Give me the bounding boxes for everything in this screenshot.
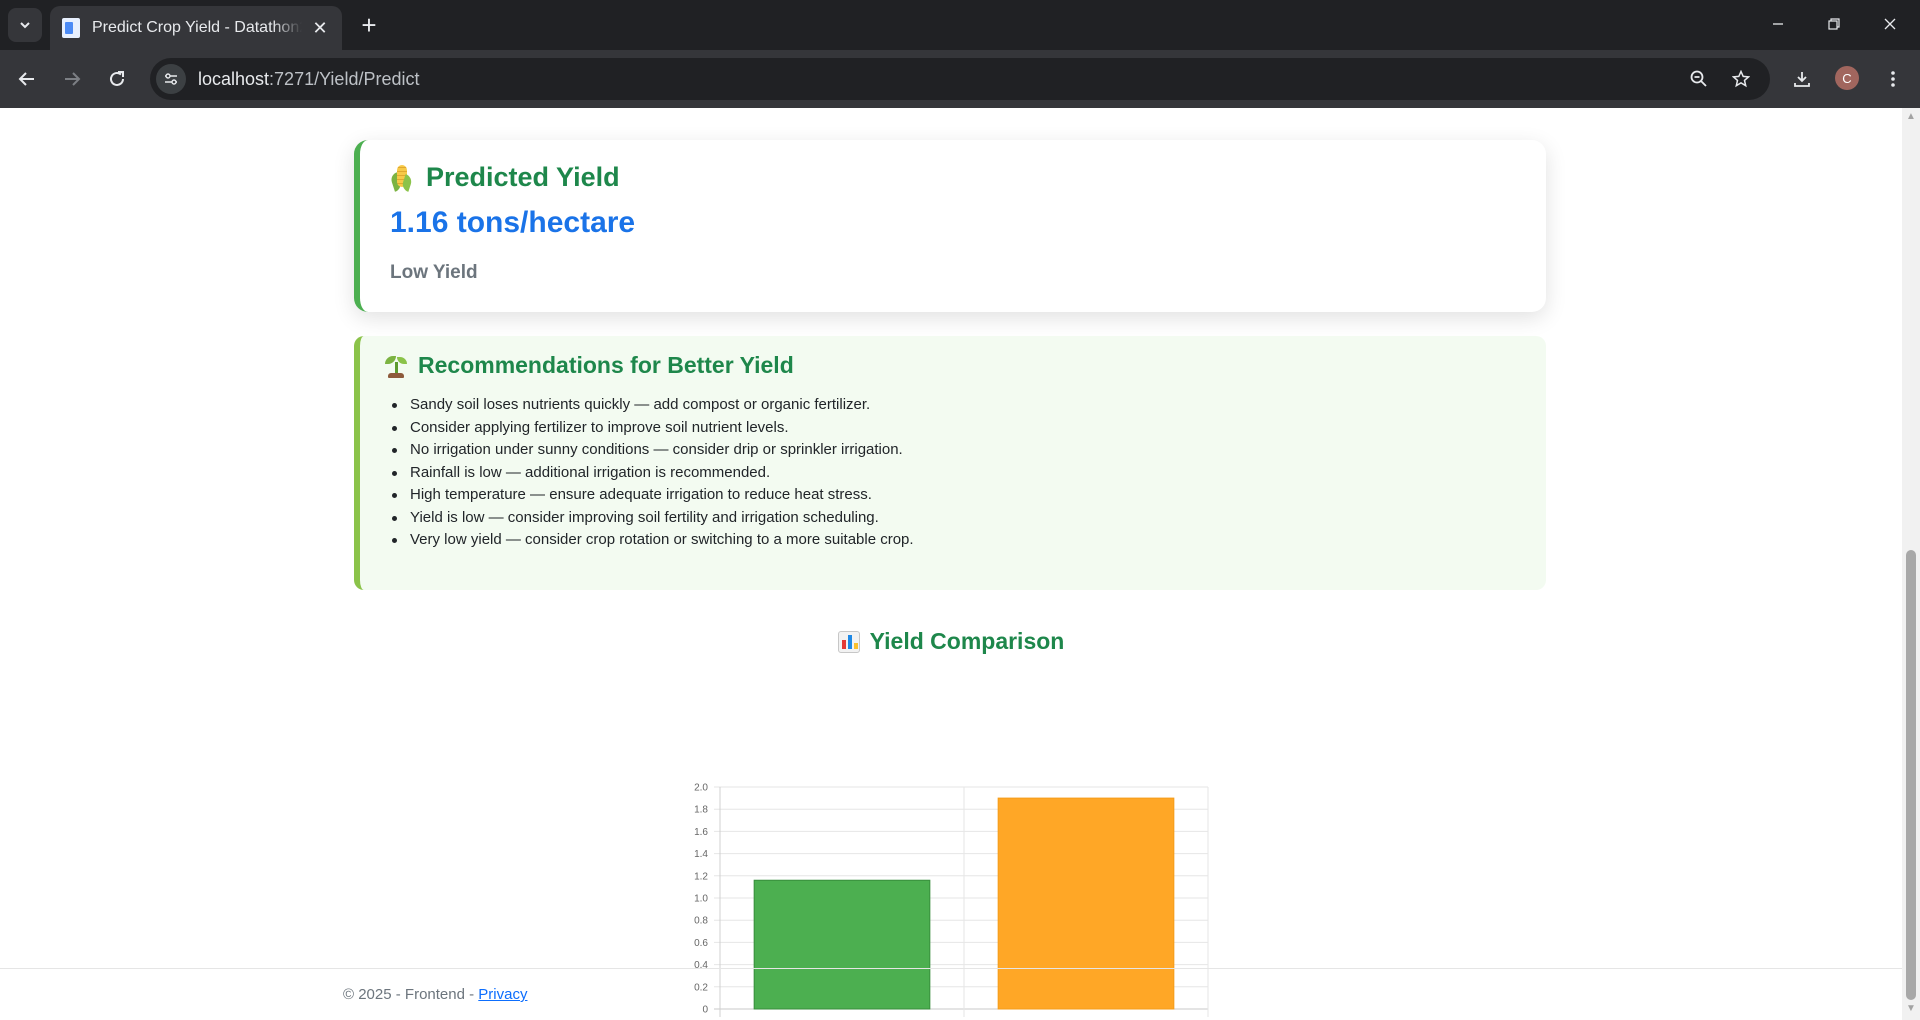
footer-copyright: © 2025 - Frontend - [343, 986, 479, 1003]
bar-after [997, 797, 1175, 1010]
site-info-button[interactable] [156, 64, 186, 94]
y-tick-label: 2.0 [694, 783, 708, 794]
browser-toolbar: localhost:7271/Yield/Predict [0, 50, 1920, 108]
page-favicon-icon [62, 18, 80, 38]
scroll-up-icon[interactable]: ▲ [1906, 112, 1916, 122]
address-bar[interactable]: localhost:7271/Yield/Predict [150, 58, 1770, 100]
recommendations-heading: Recommendations for Better Yield [384, 352, 794, 379]
downloads-button[interactable] [1785, 62, 1819, 96]
chevron-down-icon [20, 22, 30, 29]
arrow-right-icon [65, 72, 81, 86]
predicted-yield-heading: Predicted Yield [389, 162, 620, 193]
chart-title: Yield Comparison [869, 628, 1065, 654]
recommendations-card: Recommendations for Better Yield Sandy s… [354, 336, 1546, 590]
y-tick-label: 0.4 [694, 960, 708, 971]
recommendation-item: Very low yield — consider crop rotation … [388, 529, 914, 552]
close-icon [1884, 18, 1896, 30]
minimize-button[interactable] [1750, 0, 1806, 48]
scroll-down-icon[interactable]: ▼ [1906, 1004, 1916, 1014]
y-tick-label: 1.6 [694, 827, 708, 838]
new-tab-button[interactable]: + [354, 10, 384, 40]
y-tick-label: 1.0 [694, 894, 708, 905]
predicted-yield-value: 1.16 tons/hectare [390, 206, 636, 239]
y-tick-label: 0.6 [694, 938, 708, 949]
zoom-button[interactable] [1682, 62, 1716, 96]
recommendation-item: No irrigation under sunny conditions — c… [388, 439, 914, 462]
bar-before [753, 879, 931, 1010]
predicted-yield-title: Predicted Yield [426, 162, 620, 192]
forward-button[interactable] [55, 62, 89, 96]
recommendation-item: High temperature — ensure adequate irrig… [388, 484, 914, 507]
privacy-link[interactable]: Privacy [478, 986, 527, 1003]
page-scrollbar[interactable]: ▲ ▼ [1902, 108, 1920, 1020]
recommendation-item: Consider applying fertilizer to improve … [388, 417, 914, 440]
reload-button[interactable] [100, 62, 134, 96]
corn-icon [389, 163, 414, 193]
browser-tab-bar: Predict Crop Yield - Datathon2025 ✕ + [0, 0, 1920, 50]
predicted-yield-card: Predicted Yield 1.16 tons/hectare Low Yi… [354, 140, 1546, 312]
more-vertical-icon [1891, 71, 1895, 87]
footer: © 2025 - Frontend - Privacy [343, 986, 527, 1003]
chart-heading: Yield Comparison [0, 628, 1902, 655]
seedling-icon [384, 354, 408, 378]
restore-button[interactable] [1806, 0, 1862, 48]
tune-icon [165, 73, 177, 85]
footer-divider [0, 968, 1902, 969]
arrow-left-icon [18, 72, 34, 86]
y-tick-label: 0.8 [694, 916, 708, 927]
url-host: localhost [198, 68, 270, 89]
tab-search-button[interactable] [8, 8, 42, 42]
close-tab-icon[interactable]: ✕ [310, 18, 330, 39]
star-icon [1732, 70, 1750, 88]
browser-tab[interactable]: Predict Crop Yield - Datathon2025 ✕ [50, 6, 342, 50]
bar-chart-icon [837, 630, 860, 653]
y-tick-label: 0 [702, 1005, 708, 1016]
url-text: localhost:7271/Yield/Predict [198, 69, 419, 90]
recommendation-item: Rainfall is low — additional irrigation … [388, 462, 914, 485]
y-tick-label: 1.2 [694, 871, 708, 882]
profile-avatar[interactable]: C [1835, 66, 1859, 90]
reload-icon [110, 71, 124, 86]
recommendations-list: Sandy soil loses nutrients quickly — add… [388, 394, 914, 552]
url-path: :7271/Yield/Predict [269, 68, 420, 89]
minimize-icon [1773, 23, 1783, 25]
scrollbar-thumb[interactable] [1906, 550, 1916, 1000]
recommendations-title: Recommendations for Better Yield [418, 352, 794, 378]
page-viewport: Predicted Yield 1.16 tons/hectare Low Yi… [0, 108, 1902, 1020]
close-window-button[interactable] [1862, 0, 1918, 48]
recommendation-item: Yield is low — consider improving soil f… [388, 507, 914, 530]
yield-level-label: Low Yield [390, 262, 478, 283]
back-button[interactable] [10, 62, 44, 96]
y-tick-label: 1.8 [694, 805, 708, 816]
download-icon [1794, 72, 1810, 87]
y-tick-label: 1.4 [694, 849, 708, 860]
zoom-out-icon [1690, 70, 1707, 87]
tab-title: Predict Crop Yield - Datathon2025 [92, 19, 302, 36]
browser-menu-button[interactable] [1876, 62, 1910, 96]
recommendation-item: Sandy soil loses nutrients quickly — add… [388, 394, 914, 417]
restore-icon [1828, 18, 1840, 30]
bookmark-button[interactable] [1724, 62, 1758, 96]
y-tick-label: 0.2 [694, 982, 708, 993]
